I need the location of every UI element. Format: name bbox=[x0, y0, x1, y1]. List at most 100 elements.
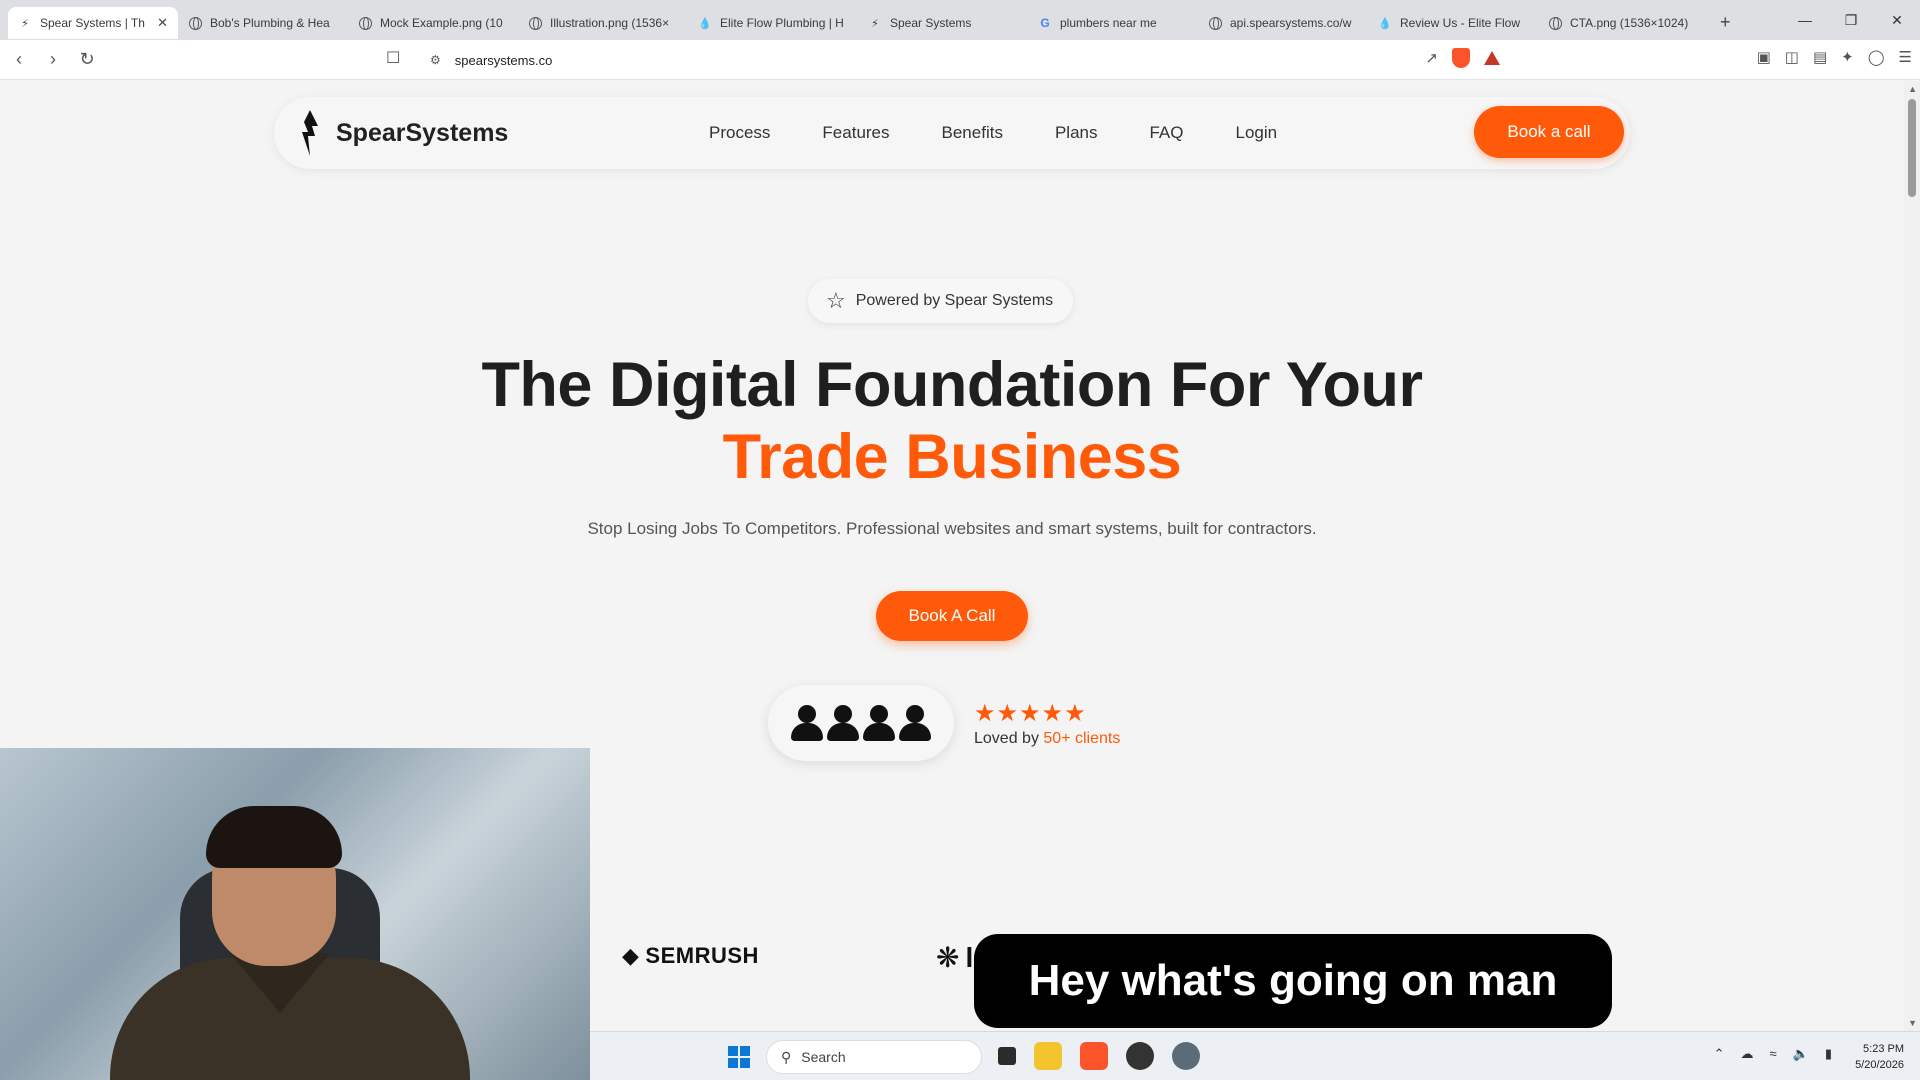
avatar bbox=[791, 701, 823, 745]
nav-link-process[interactable]: Process bbox=[709, 123, 770, 143]
close-tab-icon[interactable]: ✕ bbox=[157, 15, 168, 31]
avatar bbox=[827, 701, 859, 745]
browser-tab[interactable]: Bob's Plumbing & Hea bbox=[178, 7, 348, 39]
scroll-up-icon[interactable]: ▲ bbox=[1908, 84, 1917, 94]
tab-title: plumbers near me bbox=[1060, 16, 1157, 30]
onedrive-icon[interactable]: ☁ bbox=[1741, 1046, 1754, 1062]
browser-tab[interactable]: 💧 Review Us - Elite Flow bbox=[1368, 7, 1538, 39]
close-window-icon[interactable]: ✕ bbox=[1874, 0, 1920, 40]
badge-text: Powered by Spear Systems bbox=[855, 292, 1054, 309]
tab-title: Illustration.png (1536× bbox=[550, 16, 670, 30]
spear-icon: ⚡ bbox=[871, 17, 879, 30]
google-icon: G bbox=[1040, 16, 1050, 30]
presenter-hair bbox=[206, 806, 342, 868]
hero-headline-accent: Trade Business bbox=[722, 422, 1182, 492]
tab-title: Spear Systems bbox=[890, 16, 972, 30]
globe-icon bbox=[188, 16, 202, 30]
taskbar-apps bbox=[998, 1042, 1200, 1070]
brave-browser-icon[interactable] bbox=[1080, 1042, 1108, 1070]
brave-shield-icon[interactable] bbox=[1452, 48, 1470, 68]
tab-title: Spear Systems | Th bbox=[40, 16, 145, 30]
browser-tab[interactable]: 💧 Elite Flow Plumbing | H bbox=[688, 7, 858, 39]
url-actions: ↗ bbox=[1425, 48, 1500, 68]
spear-icon: ⚡ bbox=[21, 17, 29, 30]
battery-icon[interactable]: ▮ bbox=[1825, 1046, 1832, 1062]
tray-chevron-icon[interactable]: ⌃ bbox=[1714, 1046, 1725, 1062]
forward-icon[interactable]: › bbox=[38, 45, 68, 75]
search-icon: ⚲ bbox=[781, 1048, 792, 1065]
wallet-icon[interactable]: ▤ bbox=[1813, 48, 1827, 66]
brand[interactable]: SpearSystems bbox=[296, 110, 508, 156]
share-icon[interactable]: ↗ bbox=[1425, 49, 1438, 67]
scroll-down-icon[interactable]: ▼ bbox=[1908, 1018, 1917, 1028]
bookmark-icon[interactable]: ☐ bbox=[386, 48, 400, 68]
tab-search-icon[interactable]: ▣ bbox=[1757, 48, 1771, 66]
loved-by-text: Loved by 50+ clients bbox=[974, 730, 1120, 748]
nav-link-faq[interactable]: FAQ bbox=[1149, 123, 1183, 143]
video-caption: Hey what's going on man bbox=[974, 934, 1612, 1028]
tab-title: Elite Flow Plumbing | H bbox=[720, 16, 844, 30]
brave-rewards-icon[interactable] bbox=[1484, 51, 1500, 65]
page-scrollbar[interactable]: ▲ ▼ bbox=[1904, 81, 1920, 1031]
avatar bbox=[863, 701, 895, 745]
browser-tab[interactable]: Mock Example.png (10 bbox=[348, 7, 518, 39]
volume-muted-icon[interactable]: 🔈 bbox=[1793, 1046, 1809, 1062]
client-avatars bbox=[768, 685, 954, 761]
loved-prefix: Loved by bbox=[974, 730, 1044, 747]
windows-taskbar: ⚲ Search ⌃ ☁ ≈ 🔈 ▮ 5:23 PM 5/20/2026 bbox=[590, 1031, 1920, 1080]
nav-link-benefits[interactable]: Benefits bbox=[942, 123, 1003, 143]
nav-link-features[interactable]: Features bbox=[822, 123, 889, 143]
tab-title: api.spearsystems.co/w bbox=[1230, 16, 1352, 30]
minimize-icon[interactable]: — bbox=[1782, 0, 1828, 40]
url-text[interactable]: spearsystems.co bbox=[455, 53, 553, 68]
globe-icon bbox=[1548, 16, 1562, 30]
nav-link-plans[interactable]: Plans bbox=[1055, 123, 1098, 143]
brand-name: SpearSystems bbox=[336, 118, 509, 147]
menu-icon[interactable]: ☰ bbox=[1899, 48, 1912, 66]
tab-title: Bob's Plumbing & Hea bbox=[210, 16, 330, 30]
browser-tab[interactable]: ⚡ Spear Systems bbox=[858, 7, 1028, 39]
globe-icon bbox=[358, 16, 372, 30]
toolbar-right: ▣ ◫ ▤ ✦ ◯ ☰ bbox=[1757, 48, 1912, 66]
task-view-icon[interactable] bbox=[998, 1047, 1016, 1065]
sidebar-icon[interactable]: ◫ bbox=[1785, 48, 1799, 66]
leo-ai-icon[interactable]: ✦ bbox=[1841, 48, 1854, 66]
site-settings-icon[interactable]: ⚙ bbox=[430, 53, 441, 67]
browser-tab[interactable]: CTA.png (1536×1024) bbox=[1538, 7, 1708, 39]
restore-icon[interactable]: ❐ bbox=[1828, 0, 1874, 40]
loved-count: 50+ clients bbox=[1043, 730, 1121, 747]
address-bar: ‹ › ↻ ☐ ⚙ spearsystems.co ↗ ▣ ◫ ▤ ✦ ◯ ☰ bbox=[0, 40, 1920, 80]
globe-icon bbox=[1208, 16, 1222, 30]
browser-tab[interactable]: G plumbers near me bbox=[1028, 7, 1198, 39]
star-icon: ☆ bbox=[826, 288, 846, 313]
site-navbar: SpearSystems Process Features Benefits P… bbox=[274, 97, 1630, 169]
browser-tab[interactable]: api.spearsystems.co/w bbox=[1198, 7, 1368, 39]
taskbar-search-placeholder: Search bbox=[801, 1049, 846, 1065]
nav-links: Process Features Benefits Plans FAQ Logi… bbox=[709, 123, 1277, 143]
wifi-icon[interactable]: ≈ bbox=[1770, 1046, 1777, 1062]
nav-link-login[interactable]: Login bbox=[1236, 123, 1278, 143]
rating-block: ★★★★★ Loved by 50+ clients bbox=[974, 699, 1120, 748]
plumber-icon: 💧 bbox=[698, 17, 712, 30]
book-call-nav-button[interactable]: Book a call bbox=[1474, 106, 1624, 158]
hero-subheading: Stop Losing Jobs To Competitors. Profess… bbox=[587, 519, 1317, 538]
windows-start-icon[interactable] bbox=[728, 1046, 750, 1068]
url-field[interactable]: ⚙ spearsystems.co bbox=[420, 45, 1498, 75]
vpn-icon[interactable]: ◯ bbox=[1868, 48, 1885, 66]
app-icon[interactable] bbox=[1126, 1042, 1154, 1070]
powered-by-badge: ☆ Powered by Spear Systems bbox=[808, 279, 1074, 323]
browser-tab[interactable]: ⚡ Spear Systems | Th ✕ bbox=[8, 7, 178, 39]
globe-icon bbox=[528, 16, 542, 30]
browser-tab[interactable]: Illustration.png (1536× bbox=[518, 7, 688, 39]
new-tab-button[interactable]: + bbox=[1720, 12, 1731, 33]
scroll-thumb[interactable] bbox=[1908, 99, 1916, 197]
semrush-logo: ◆ SEMRUSH bbox=[622, 943, 759, 969]
taskbar-search[interactable]: ⚲ Search bbox=[766, 1040, 982, 1074]
avatar bbox=[899, 701, 931, 745]
file-explorer-icon[interactable] bbox=[1034, 1042, 1062, 1070]
taskbar-clock[interactable]: 5:23 PM 5/20/2026 bbox=[1855, 1041, 1904, 1073]
reload-icon[interactable]: ↻ bbox=[72, 45, 102, 75]
back-icon[interactable]: ‹ bbox=[4, 45, 34, 75]
book-call-hero-button[interactable]: Book A Call bbox=[876, 591, 1028, 641]
settings-icon[interactable] bbox=[1172, 1042, 1200, 1070]
